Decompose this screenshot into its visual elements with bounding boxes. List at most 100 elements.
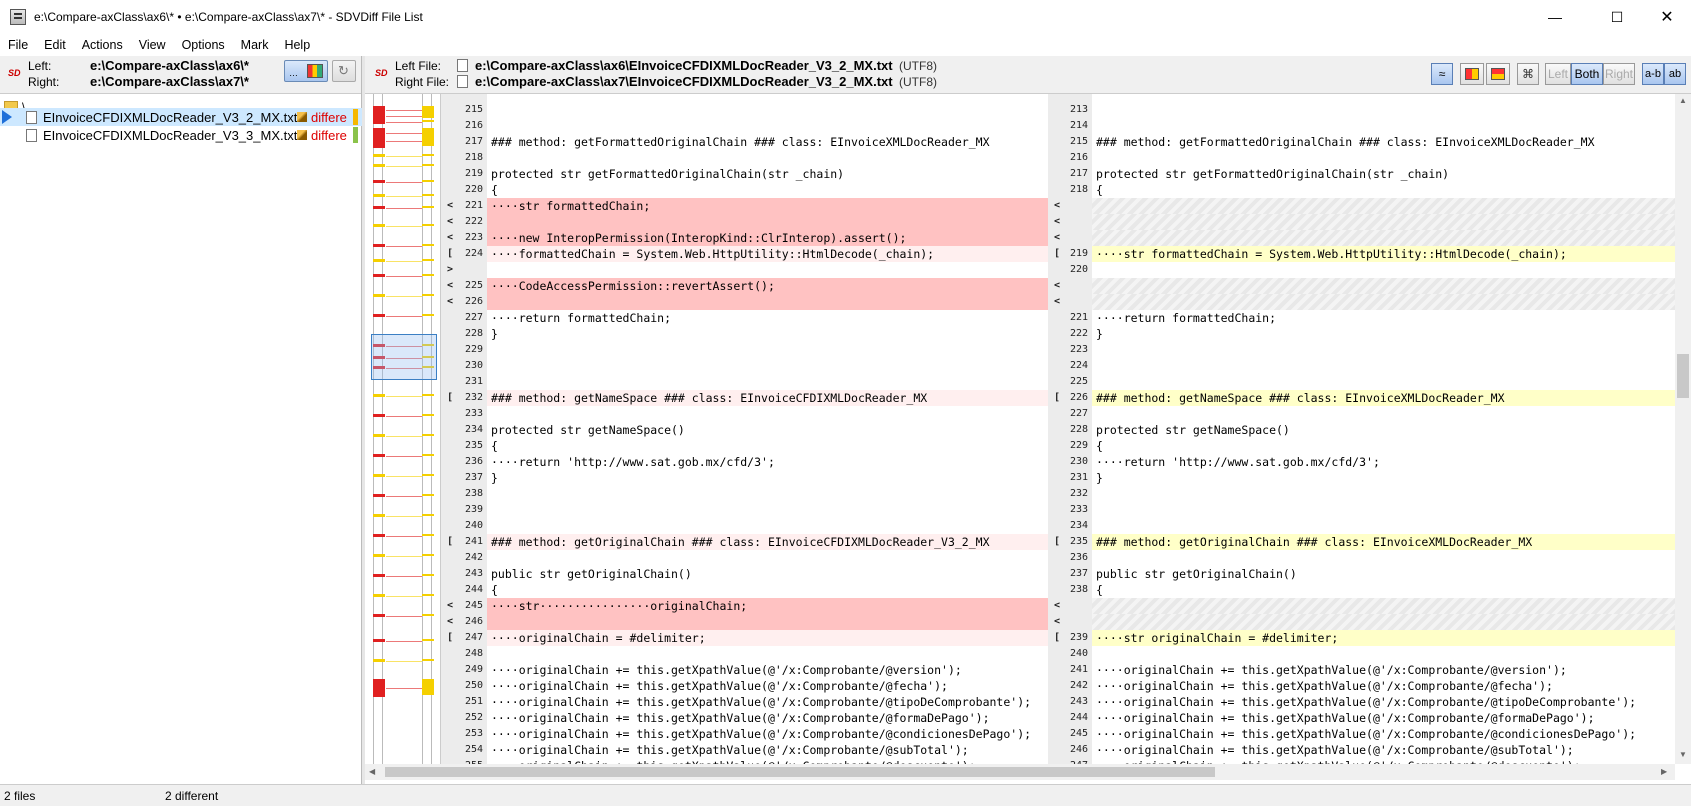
horizontal-scrollbar[interactable]: ◀ ▶: [365, 764, 1675, 780]
file-row[interactable]: EInvoiceCFDIXMLDocReader_V3_3_MX.txt dif…: [0, 126, 362, 144]
diff-marker: [: [447, 632, 454, 643]
code-line: [1092, 294, 1675, 310]
side-by-side-button[interactable]: [1460, 63, 1484, 85]
code-line: ····originalChain += this.getXpathValue(…: [1096, 727, 1637, 741]
overview-link-line: [386, 640, 422, 642]
vertical-scroll-thumb[interactable]: [1677, 354, 1689, 398]
code-line: [487, 214, 1048, 230]
overview-link-line: [386, 133, 422, 134]
overview-mark: [422, 554, 434, 556]
overview-link-line: [386, 165, 422, 167]
line-number: 236: [464, 456, 483, 467]
code-line: ····originalChain = #delimiter;: [487, 630, 1048, 646]
menu-view[interactable]: View: [131, 38, 174, 52]
vertical-scrollbar[interactable]: ▲ ▼: [1675, 94, 1691, 764]
line-number: 215: [464, 104, 483, 115]
document-icon: [457, 75, 468, 88]
collapse-button[interactable]: ⌘: [1517, 63, 1539, 85]
code-line: [1092, 214, 1675, 230]
menu-mark[interactable]: Mark: [233, 38, 277, 52]
refresh-button[interactable]: ↻: [332, 60, 356, 82]
line-number: 229: [1069, 440, 1088, 451]
overview-mark: [422, 112, 434, 118]
line-number: >: [441, 262, 487, 278]
horizontal-scroll-thumb[interactable]: [385, 767, 1215, 777]
seg-right[interactable]: Right: [1603, 63, 1635, 85]
status-bar: 2 files 2 different: [0, 784, 1691, 806]
menu-edit[interactable]: Edit: [36, 38, 74, 52]
char-diff-button[interactable]: ab: [1664, 63, 1686, 85]
diff-marker: [: [1054, 392, 1061, 403]
file-status: differe: [297, 110, 347, 125]
menu-help[interactable]: Help: [276, 38, 318, 52]
left-code-pane[interactable]: ### method: getFormattedOriginalChain ##…: [487, 94, 1048, 764]
right-label: Right:: [28, 75, 60, 89]
scroll-left-icon[interactable]: ◀: [369, 767, 375, 776]
code-line: {: [1096, 439, 1103, 453]
diff-marker: [: [447, 536, 454, 547]
different-count: 2 different: [165, 789, 219, 803]
sd-logo-icon: SD: [375, 68, 388, 78]
seg-left[interactable]: Left: [1545, 63, 1571, 85]
overview-mark: [373, 454, 385, 457]
overview-mark: [422, 224, 434, 226]
scroll-right-icon[interactable]: ▶: [1661, 767, 1667, 776]
overview-mark: [422, 514, 434, 516]
scroll-up-icon[interactable]: ▲: [1679, 96, 1687, 105]
line-number: 214: [1069, 120, 1088, 131]
line-number: <: [1048, 294, 1092, 310]
overview-mark: [422, 679, 434, 695]
line-number: 218: [464, 152, 483, 163]
maximize-button[interactable]: ☐: [1590, 0, 1644, 34]
line-number: 221: [1069, 312, 1088, 323]
line-number: 250: [464, 680, 483, 691]
minimize-button[interactable]: —: [1528, 0, 1582, 34]
menu-options[interactable]: Options: [174, 38, 233, 52]
left-file-label: Left File:: [395, 59, 442, 73]
menu-file[interactable]: File: [0, 38, 36, 52]
overview-mark: [422, 206, 434, 208]
diff-marker: <: [447, 616, 454, 627]
code-line: ### method: getFormattedOriginalChain ##…: [1096, 135, 1595, 149]
close-button[interactable]: ✕: [1640, 0, 1691, 34]
code-line: protected str getNameSpace(): [491, 423, 685, 437]
overview-mark: [373, 112, 385, 120]
overview-mark: [422, 314, 434, 316]
overview-mark: [422, 454, 434, 456]
right-code-pane[interactable]: ### method: getFormattedOriginalChain ##…: [1092, 94, 1675, 764]
window-title: e:\Compare-axClass\ax6\* • e:\Compare-ax…: [34, 10, 423, 24]
line-number: 235[: [1048, 534, 1092, 550]
seg-both[interactable]: Both: [1571, 63, 1603, 85]
current-file-arrow-icon: [2, 110, 12, 124]
diff-overview-map[interactable]: [365, 94, 441, 764]
overview-mark: [422, 434, 434, 436]
overview-viewport[interactable]: [371, 334, 437, 380]
overview-mark: [422, 194, 434, 196]
word-diff-button[interactable]: a-b: [1642, 63, 1664, 85]
code-line: [487, 294, 1048, 310]
code-line: [1092, 230, 1675, 246]
overview-mark: [373, 534, 385, 537]
overview-link-line: [386, 555, 422, 557]
menu-actions[interactable]: Actions: [74, 38, 131, 52]
scroll-down-icon[interactable]: ▼: [1679, 750, 1687, 759]
line-number: 217: [1069, 168, 1088, 179]
file-list-pane: SD Left: e:\Compare-axClass\ax6\* Right:…: [0, 56, 362, 784]
code-line: ····originalChain += this.getXpathValue(…: [491, 727, 1032, 741]
view-mode-button[interactable]: …: [284, 60, 328, 82]
overview-mark: [422, 120, 434, 122]
code-line: {: [491, 183, 498, 197]
sync-button[interactable]: [1486, 63, 1510, 85]
file-row[interactable]: EInvoiceCFDIXMLDocReader_V3_2_MX.txt dif…: [0, 108, 362, 126]
line-number: <: [1048, 278, 1092, 294]
code-line: protected str getNameSpace(): [1096, 423, 1290, 437]
ignore-whitespace-button[interactable]: ≈: [1431, 63, 1453, 85]
overview-mark: [422, 639, 434, 641]
diff-marker: <: [1054, 232, 1061, 243]
